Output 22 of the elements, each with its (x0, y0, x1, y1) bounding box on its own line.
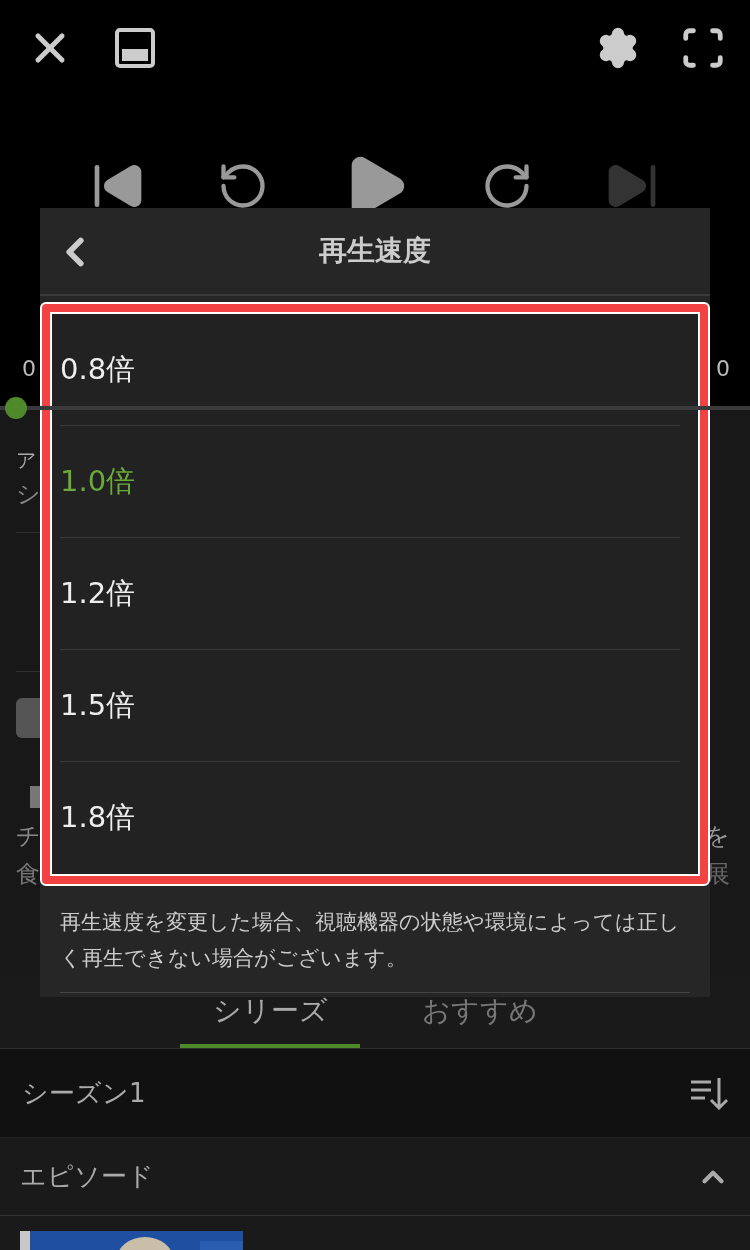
description-text: 展 (706, 859, 730, 890)
menu-title: 再生速度 (319, 233, 431, 269)
elapsed-time: 0 (22, 356, 36, 381)
speed-option[interactable]: 1.5倍 (60, 650, 680, 762)
speed-option[interactable]: 0.8倍 (60, 314, 680, 426)
speed-option[interactable]: 1.8倍 (60, 762, 680, 874)
subtitle-text: シ (16, 480, 41, 508)
progress-thumb[interactable] (5, 397, 27, 419)
section-title: エピソード (20, 1160, 154, 1193)
speed-option[interactable]: 1.0倍 (60, 426, 680, 538)
title-text: ア (16, 448, 36, 472)
tag-chip (16, 698, 40, 738)
season-label[interactable]: シーズン1 (22, 1075, 146, 1111)
speed-option[interactable]: 1.2倍 (60, 538, 680, 650)
bar-icon (30, 786, 40, 808)
fullscreen-icon[interactable] (680, 25, 726, 71)
description-text: 食 (16, 859, 40, 890)
notice-text: 再生速度を変更した場合、視聴機器の状態や環境によっては正しく再生できない場合がございます。 (60, 904, 690, 993)
sort-icon[interactable] (690, 1076, 728, 1110)
description-text: チ (16, 821, 41, 852)
mini-player-icon[interactable] (114, 27, 156, 69)
total-time: 0 (716, 356, 730, 381)
